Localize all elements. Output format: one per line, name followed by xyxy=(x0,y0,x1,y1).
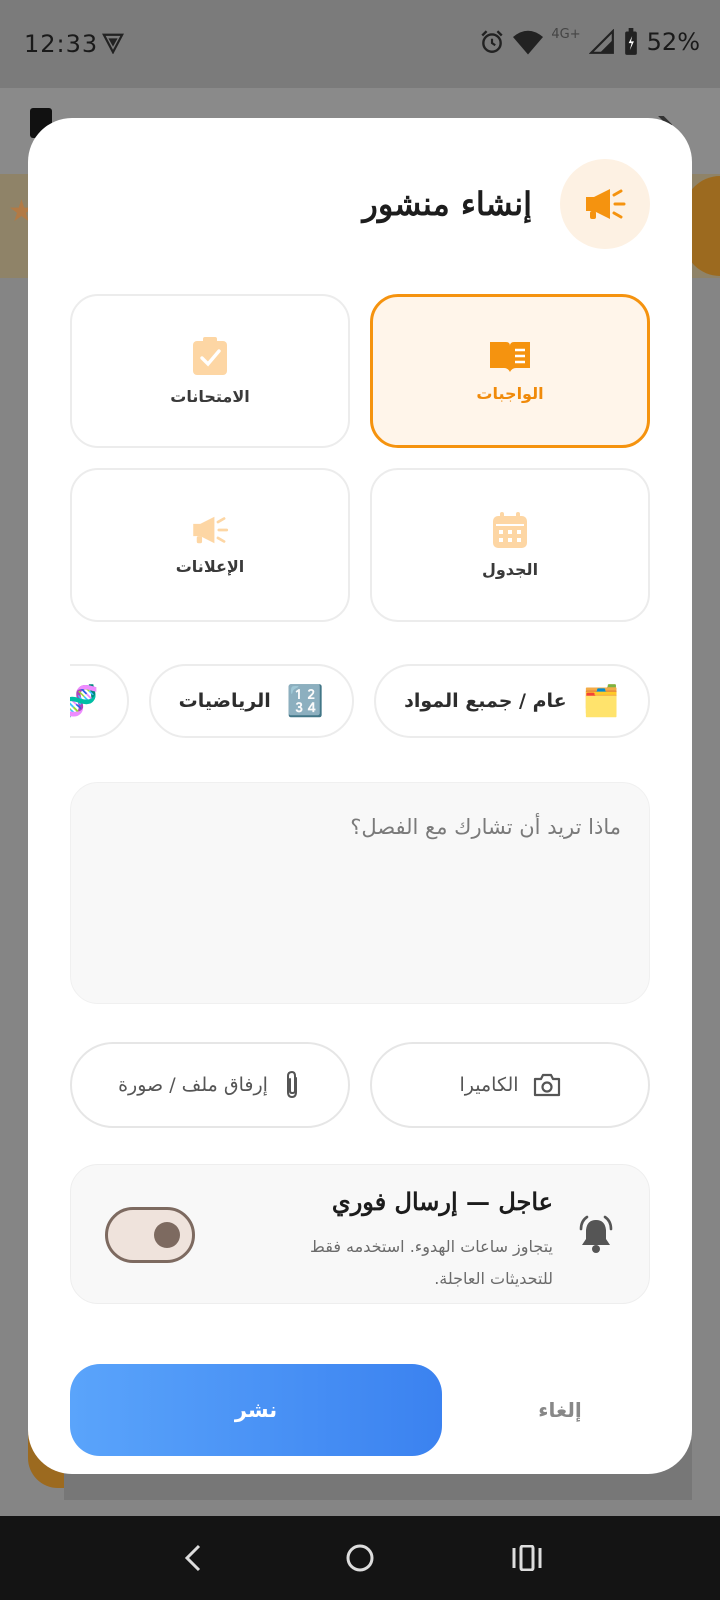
clipboard-check-icon xyxy=(193,336,227,375)
subject-chips: 🗂️ عام / جمبع المواد 🔢 الرياضيات 🧬 ال xyxy=(70,664,650,740)
numbers-icon: 🔢 xyxy=(286,683,325,719)
category-schedule[interactable]: الجدول xyxy=(370,468,650,622)
nav-back-button[interactable] xyxy=(163,1528,223,1588)
post-content-input[interactable] xyxy=(70,782,650,1004)
signal-icon xyxy=(588,29,614,54)
dialog-actions: إلغاء نشر xyxy=(70,1364,650,1456)
subject-chip-label: عام / جمبع المواد xyxy=(404,690,567,712)
paperclip-icon xyxy=(286,1070,297,1099)
status-icons: 4G+ 52% xyxy=(479,26,700,56)
category-label: الإعلانات xyxy=(175,556,245,576)
recents-icon xyxy=(512,1545,542,1571)
battery-icon xyxy=(624,28,637,55)
megaphone-icon xyxy=(560,159,650,249)
camera-button[interactable]: الكاميرا xyxy=(370,1042,650,1128)
urgent-title: عاجل — إرسال فوري xyxy=(331,1187,553,1216)
subject-chip-general[interactable]: 🗂️ عام / جمبع المواد xyxy=(374,664,650,738)
wifi-icon xyxy=(513,30,544,55)
publish-button[interactable]: نشر xyxy=(70,1364,442,1456)
create-post-dialog: إنشاء منشور الواجبات الامتحانات الجدول ا… xyxy=(28,118,692,1474)
category-announcements[interactable]: الإعلانات xyxy=(70,468,350,622)
navigation-bar xyxy=(0,1516,720,1600)
subject-chip-biology[interactable]: 🧬 ال xyxy=(70,664,129,738)
dna-icon: 🧬 xyxy=(70,683,99,719)
category-grid: الواجبات الامتحانات الجدول الإعلانات xyxy=(70,294,650,622)
calendar-icon xyxy=(493,511,527,548)
home-circle-icon xyxy=(346,1544,374,1572)
nav-home-button[interactable] xyxy=(330,1528,390,1588)
attachment-row: الكاميرا إرفاق ملف / صورة xyxy=(70,1042,650,1128)
urgent-description: يتجاوز ساعات الهدوء. استخدمه فقط للتحديث… xyxy=(310,1237,553,1288)
category-exams[interactable]: الامتحانات xyxy=(70,294,350,448)
category-homework[interactable]: الواجبات xyxy=(370,294,650,448)
category-label: الامتحانات xyxy=(170,386,250,406)
status-time: 12:33 xyxy=(24,30,99,58)
subject-chip-math[interactable]: 🔢 الرياضيات xyxy=(148,664,355,738)
card-index-dividers-icon: 🗂️ xyxy=(582,683,620,719)
dialog-title: إنشاء منشور xyxy=(362,185,532,223)
alarm-icon xyxy=(481,30,503,53)
urgent-option: عاجل — إرسال فوري يتجاوز ساعات الهدوء. ا… xyxy=(70,1164,650,1304)
battery-percent: 52% xyxy=(646,28,700,56)
category-label: الجدول xyxy=(481,559,539,579)
megaphone-icon xyxy=(193,516,229,543)
cancel-button[interactable]: إلغاء xyxy=(470,1364,650,1456)
chevron-left-icon xyxy=(185,1544,201,1572)
vpn-shield-icon xyxy=(102,33,124,54)
network-type: 4G+ xyxy=(551,26,581,42)
attach-file-button-label: إرفاق ملف / صورة xyxy=(118,1074,268,1096)
category-label: الواجبات xyxy=(476,383,544,403)
camera-icon xyxy=(533,1073,560,1097)
status-bar: 12:33 4G+ 52% xyxy=(0,0,720,88)
dialog-header: إنشاء منشور xyxy=(70,159,650,249)
open-book-icon xyxy=(490,341,530,372)
bell-ringing-icon xyxy=(579,1215,613,1253)
camera-button-label: الكاميرا xyxy=(459,1074,519,1096)
toggle-knob xyxy=(154,1222,180,1248)
attach-file-button[interactable]: إرفاق ملف / صورة xyxy=(70,1042,350,1128)
subject-chip-label: الرياضيات xyxy=(178,690,271,712)
urgent-toggle[interactable] xyxy=(105,1207,195,1263)
nav-recents-button[interactable] xyxy=(497,1528,557,1588)
